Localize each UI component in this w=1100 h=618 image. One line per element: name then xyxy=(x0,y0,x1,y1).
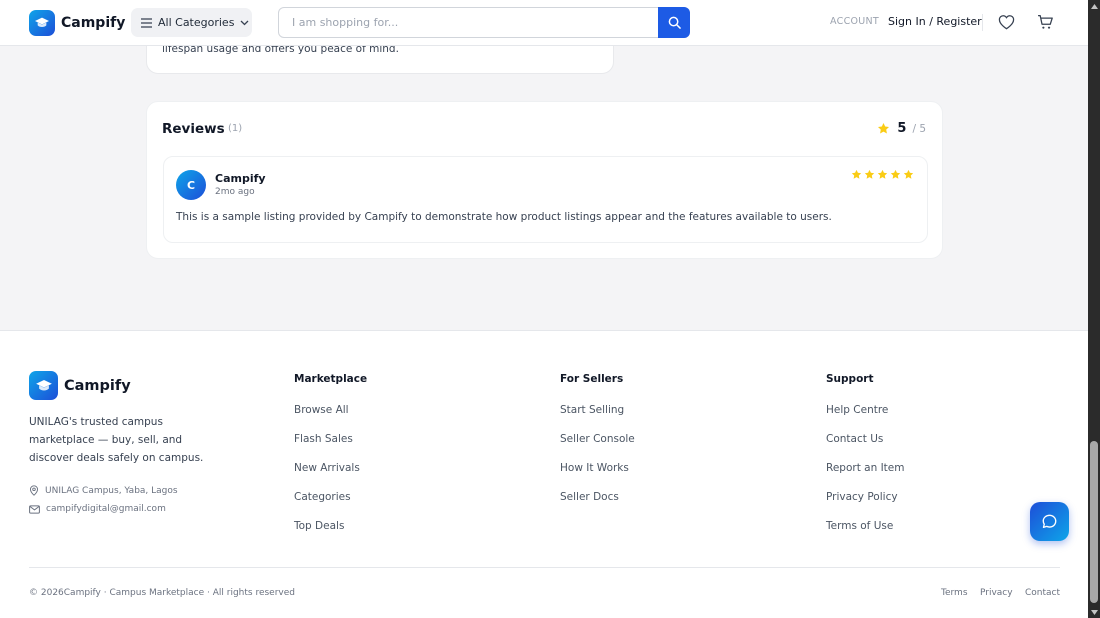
footer-bottom-link-contact[interactable]: Contact xyxy=(1025,588,1060,598)
footer-column-support: Support Help Centre Contact Us Report an… xyxy=(826,373,904,532)
signin-register-link[interactable]: Sign In / Register xyxy=(888,15,982,28)
header-divider xyxy=(982,14,983,31)
footer-link[interactable]: Seller Console xyxy=(560,433,635,445)
search-icon xyxy=(668,16,681,29)
footer-email-text: campifydigital@gmail.com xyxy=(46,504,166,514)
footer-divider xyxy=(29,567,1060,568)
scroll-down-arrow-icon[interactable] xyxy=(1088,606,1100,618)
chevron-down-icon xyxy=(240,20,249,25)
footer-link[interactable]: Help Centre xyxy=(826,404,888,416)
map-pin-icon xyxy=(29,485,39,496)
graduation-cap-icon xyxy=(29,10,55,36)
cart-icon xyxy=(1038,14,1053,29)
footer-column-marketplace: Marketplace Browse All Flash Sales New A… xyxy=(294,373,368,532)
scroll-up-arrow-icon[interactable] xyxy=(1088,0,1100,12)
footer-tagline: UNILAG's trusted campus marketplace — bu… xyxy=(29,416,204,464)
footer-link[interactable]: Browse All xyxy=(294,404,349,416)
review-body: This is a sample listing provided by Cam… xyxy=(176,211,832,223)
scrollbar-thumb[interactable] xyxy=(1090,441,1098,603)
footer-link[interactable]: Seller Docs xyxy=(560,491,619,503)
chat-button[interactable] xyxy=(1030,502,1069,541)
search-button[interactable] xyxy=(658,7,690,38)
all-categories-button[interactable]: All Categories xyxy=(131,8,252,37)
footer-link[interactable]: New Arrivals xyxy=(294,462,360,474)
copyright-text: © 2026Campify · Campus Marketplace · All… xyxy=(29,588,295,598)
footer: Campify UNILAG's trusted campus marketpl… xyxy=(0,330,1088,618)
footer-link[interactable]: Start Selling xyxy=(560,404,624,416)
star-icon xyxy=(890,169,901,179)
menu-lines-icon xyxy=(141,17,152,28)
graduation-cap-icon xyxy=(29,371,58,400)
average-rating: 5 / 5 xyxy=(877,121,926,136)
reviews-title: Reviews xyxy=(162,121,225,137)
rating-max: / 5 xyxy=(912,122,926,135)
footer-column-heading: Support xyxy=(826,373,874,385)
cart-button[interactable] xyxy=(1037,14,1054,34)
reviews-count: (1) xyxy=(228,123,243,134)
heart-icon xyxy=(998,15,1015,30)
review-card: C Campify 2mo ago This is a sample listi… xyxy=(163,156,928,243)
footer-link[interactable]: Top Deals xyxy=(294,520,344,532)
footer-link[interactable]: Categories xyxy=(294,491,351,503)
star-icon xyxy=(864,169,875,179)
wishlist-button[interactable] xyxy=(998,14,1015,34)
star-icon xyxy=(878,122,890,134)
footer-column-heading: For Sellers xyxy=(560,373,624,385)
mail-icon xyxy=(29,504,40,514)
brand-logo[interactable]: Campify xyxy=(29,10,125,36)
footer-email[interactable]: campifydigital@gmail.com xyxy=(29,504,166,514)
footer-link[interactable]: Privacy Policy xyxy=(826,491,898,503)
reviews-section: Reviews (1) 5 / 5 C Campify 2mo ago This… xyxy=(146,101,943,259)
brand-name: Campify xyxy=(61,15,126,31)
footer-link[interactable]: Contact Us xyxy=(826,433,883,445)
footer-brand-name: Campify xyxy=(64,377,131,394)
footer-link[interactable]: Report an Item xyxy=(826,462,904,474)
star-icon xyxy=(877,169,888,179)
rating-score: 5 xyxy=(897,121,907,136)
review-time: 2mo ago xyxy=(215,187,255,197)
page: Campify All Categories ACCOUNT Sign In /… xyxy=(0,0,1088,618)
review-stars xyxy=(851,169,914,180)
footer-location: UNILAG Campus, Yaba, Lagos xyxy=(29,485,178,496)
footer-link[interactable]: How It Works xyxy=(560,462,629,474)
footer-bottom-link-terms[interactable]: Terms xyxy=(941,588,968,598)
account-label: ACCOUNT xyxy=(830,16,880,27)
star-icon xyxy=(851,169,862,179)
page-scrollbar[interactable] xyxy=(1088,0,1100,618)
footer-column-sellers: For Sellers Start Selling Seller Console… xyxy=(560,373,635,503)
footer-brand-logo[interactable]: Campify xyxy=(29,371,131,400)
search-input[interactable] xyxy=(280,9,656,36)
chat-bubble-icon xyxy=(1042,514,1057,529)
search-bar xyxy=(278,7,690,38)
categories-label: All Categories xyxy=(158,16,235,29)
top-header: Campify All Categories ACCOUNT Sign In /… xyxy=(0,0,1088,46)
footer-link[interactable]: Flash Sales xyxy=(294,433,353,445)
footer-column-heading: Marketplace xyxy=(294,373,368,385)
reviewer-name: Campify xyxy=(215,172,266,185)
star-icon xyxy=(903,169,914,179)
footer-location-text: UNILAG Campus, Yaba, Lagos xyxy=(45,485,178,496)
avatar: C xyxy=(176,170,206,200)
footer-bottom-link-privacy[interactable]: Privacy xyxy=(980,588,1013,598)
footer-link[interactable]: Terms of Use xyxy=(826,520,893,532)
